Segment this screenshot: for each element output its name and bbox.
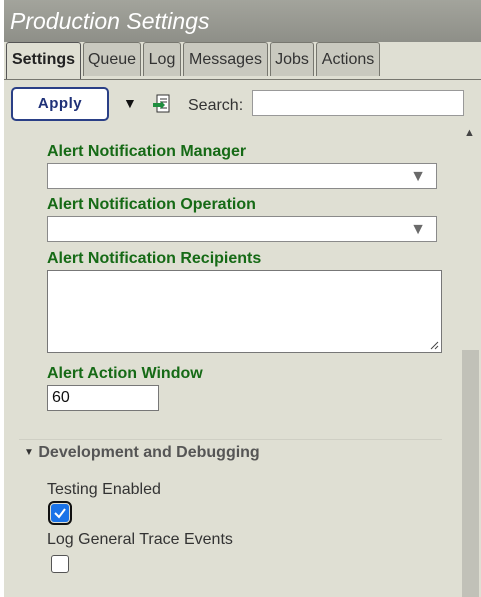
- alert-notification-recipients-label: Alert Notification Recipients: [47, 250, 262, 267]
- chevron-down-icon: ▼: [410, 221, 426, 238]
- tab-messages[interactable]: Messages: [183, 42, 268, 76]
- scrollbar-thumb[interactable]: [462, 350, 479, 597]
- caret-down-icon[interactable]: ▼: [123, 95, 137, 111]
- apply-button[interactable]: Apply: [11, 87, 109, 121]
- tab-queue[interactable]: Queue: [83, 42, 141, 76]
- tab-jobs[interactable]: Jobs: [270, 42, 314, 76]
- search-input[interactable]: [252, 90, 464, 116]
- tab-settings[interactable]: Settings: [6, 42, 81, 80]
- log-general-trace-label: Log General Trace Events: [47, 531, 233, 548]
- tab-divider: [4, 79, 481, 80]
- alert-notification-manager-label: Alert Notification Manager: [47, 143, 247, 160]
- scroll-up-arrow-icon[interactable]: ▲: [464, 127, 475, 139]
- caret-down-icon: ▼: [24, 447, 34, 458]
- settings-content: Alert Notification Manager ▼ Alert Notif…: [4, 124, 456, 597]
- alert-notification-recipients-textarea[interactable]: [47, 270, 442, 353]
- resize-grip-icon[interactable]: [429, 340, 439, 350]
- search-label: Search:: [188, 97, 244, 114]
- alert-notification-manager-select[interactable]: ▼: [47, 163, 437, 189]
- title-bar: Production Settings: [4, 0, 481, 42]
- tab-log[interactable]: Log: [143, 42, 181, 76]
- log-general-trace-checkbox[interactable]: [51, 555, 69, 573]
- testing-enabled-label: Testing Enabled: [47, 481, 161, 498]
- section-title: Development and Debugging: [38, 444, 260, 461]
- alert-action-window-input[interactable]: 60: [47, 385, 159, 411]
- panel-title: Production Settings: [10, 8, 210, 34]
- production-settings-panel: Production Settings Settings Queue Log M…: [4, 0, 481, 597]
- alert-notification-operation-select[interactable]: ▼: [47, 216, 437, 242]
- checkmark-icon: [54, 508, 66, 519]
- alert-notification-operation-label: Alert Notification Operation: [47, 196, 256, 213]
- export-icon[interactable]: [152, 94, 170, 114]
- development-debugging-section[interactable]: ▼ Development and Debugging: [24, 444, 260, 462]
- chevron-down-icon: ▼: [410, 168, 426, 185]
- tab-actions[interactable]: Actions: [316, 42, 380, 76]
- testing-enabled-checkbox[interactable]: [48, 501, 72, 525]
- section-divider: [19, 439, 442, 440]
- alert-action-window-label: Alert Action Window: [47, 365, 203, 382]
